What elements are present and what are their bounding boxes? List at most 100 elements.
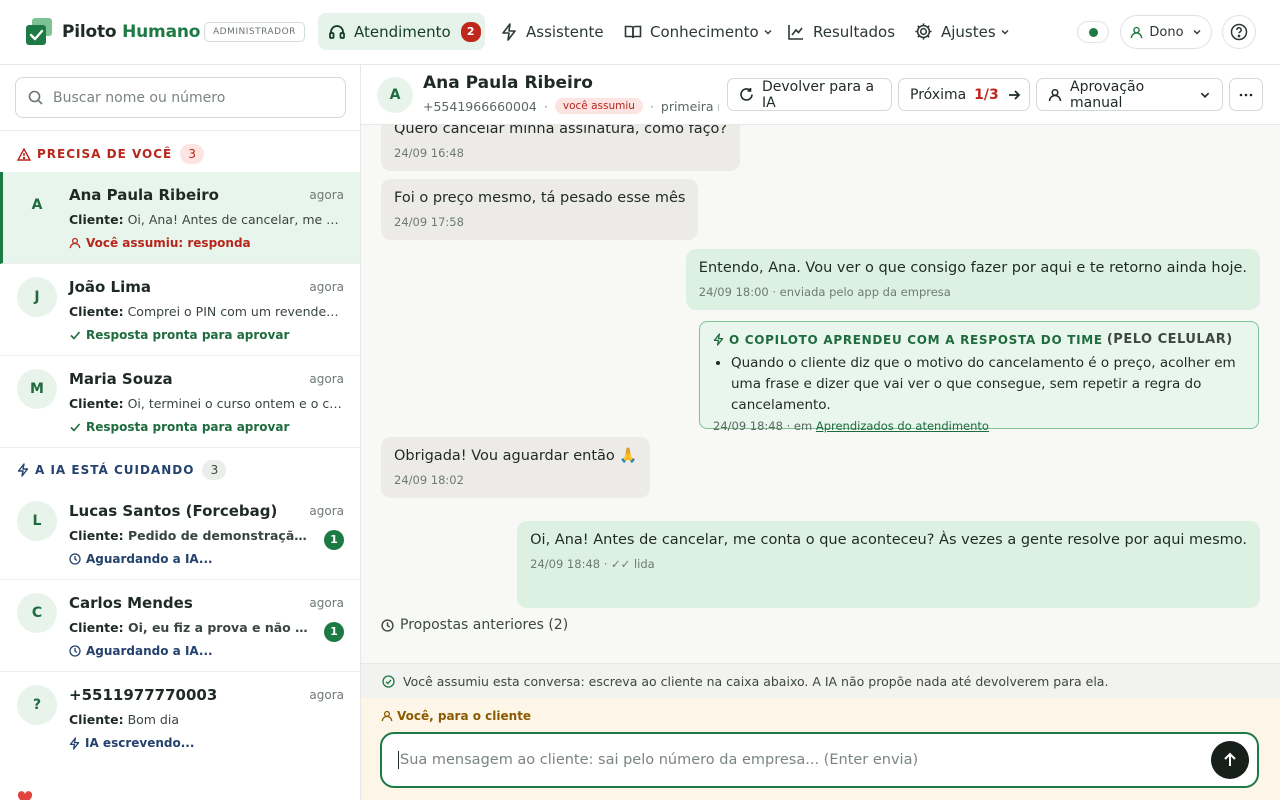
user-menu-button[interactable]: Dono bbox=[1120, 15, 1212, 49]
nav-atendimento-label: Atendimento bbox=[354, 22, 451, 41]
approval-mode-dropdown[interactable]: Aprovação manual bbox=[1036, 78, 1223, 111]
contact-name: +5511977770003 bbox=[69, 686, 218, 704]
timestamp: agora bbox=[309, 596, 344, 610]
conversation-item-maria[interactable]: M Maria Souza agora Cliente: Oi, termine… bbox=[0, 356, 360, 448]
avatar: ? bbox=[17, 685, 57, 725]
status-toggle[interactable] bbox=[1077, 21, 1109, 43]
chevron-down-icon bbox=[1192, 27, 1202, 37]
help-button[interactable] bbox=[1222, 15, 1256, 49]
return-to-ai-button[interactable]: Devolver para a IA bbox=[727, 78, 892, 111]
avatar: C bbox=[17, 593, 57, 633]
search-icon bbox=[28, 90, 43, 105]
message-text: Foi o preço mesmo, tá pesado esse mês bbox=[394, 190, 686, 206]
chat-header: A Ana Paula Ribeiro +5541966660004 · voc… bbox=[361, 65, 1280, 125]
send-button[interactable] bbox=[1211, 741, 1249, 779]
logo[interactable]: Piloto Humano bbox=[26, 18, 200, 46]
preview-prefix: Cliente: bbox=[69, 304, 124, 319]
return-to-ai-label: Devolver para a IA bbox=[762, 78, 875, 111]
conversation-item-joao[interactable]: J João Lima agora Cliente: Comprei o PIN… bbox=[0, 264, 360, 356]
conversation-item-ana[interactable]: A Ana Paula Ribeiro agora Cliente: Oi, A… bbox=[0, 172, 360, 264]
message-input[interactable]: Sua mensagem ao cliente: sai pelo número… bbox=[380, 732, 1259, 788]
avatar: A bbox=[31, 197, 43, 213]
more-options-button[interactable] bbox=[1229, 78, 1263, 111]
chevron-down-icon bbox=[1199, 89, 1211, 101]
nav-ajustes-label: Ajustes bbox=[941, 22, 996, 41]
contact-name: Carlos Mendes bbox=[69, 594, 193, 612]
clock-icon bbox=[69, 553, 81, 565]
chat-extra-info: primeira mensagem bbox=[660, 98, 719, 114]
separator-dot: · bbox=[543, 98, 548, 114]
conversation-item-lucas[interactable]: L Lucas Santos (Forcebag) agora Cliente:… bbox=[0, 488, 360, 580]
divider bbox=[0, 130, 360, 131]
message-text: Quero cancelar minha assinatura, como fa… bbox=[394, 125, 728, 137]
status-text: Resposta pronta para aprovar bbox=[86, 328, 290, 342]
message-meta: 24/09 18:00 · enviada pelo app da empres… bbox=[698, 285, 951, 299]
brand-name: Piloto Humano bbox=[62, 22, 200, 42]
more-horizontal-icon bbox=[1239, 93, 1253, 97]
status-text: Aguardando a IA... bbox=[86, 644, 213, 658]
chat-contact-name: Ana Paula Ribeiro bbox=[423, 73, 593, 93]
status-text: Resposta pronta para aprovar bbox=[86, 420, 290, 434]
previous-proposals-button[interactable]: Propostas anteriores (2) bbox=[381, 617, 568, 633]
message-preview: Cliente: Pedido de demonstração pelo sit… bbox=[69, 528, 313, 543]
composer-label: Você, para o cliente bbox=[381, 709, 531, 723]
search-input[interactable]: Buscar nome ou número bbox=[15, 77, 346, 118]
avatar: M bbox=[17, 369, 57, 409]
approval-mode-label: Aprovação manual bbox=[1070, 78, 1145, 111]
composer: Você, para o cliente Sua mensagem ao cli… bbox=[361, 698, 1280, 800]
nav-ajustes[interactable]: Ajustes bbox=[904, 13, 1020, 50]
conversation-item-carlos[interactable]: C Carlos Mendes agora Cliente: Oi, eu fi… bbox=[0, 580, 360, 672]
section-needs-you: PRECISA DE VOCÊ 3 bbox=[17, 144, 205, 164]
avatar: A bbox=[377, 77, 413, 113]
learning-title-text: O COPILOTO APRENDEU COM A RESPOSTA DO TI… bbox=[729, 332, 1103, 347]
message-preview: Cliente: Oi, eu fiz a prova e não consig… bbox=[69, 620, 313, 635]
preview-text: Oi, terminei o curso ontem e o certifica… bbox=[127, 396, 343, 411]
nav-conhecimento[interactable]: Conhecimento bbox=[614, 13, 783, 50]
text-caret bbox=[398, 751, 399, 769]
preview-prefix: Cliente: bbox=[69, 528, 124, 543]
message-text: Oi, Ana! Antes de cancelar, me conta o q… bbox=[530, 532, 1247, 548]
timestamp: agora bbox=[309, 280, 344, 294]
chat-phone: +5541966660004 bbox=[423, 98, 537, 114]
learnings-link[interactable]: Aprendizados do atendimento bbox=[816, 419, 989, 433]
check-circle-icon bbox=[382, 674, 395, 688]
nav-resultados-label: Resultados bbox=[813, 22, 896, 41]
message-thread[interactable]: Quero cancelar minha assinatura, como fa… bbox=[361, 125, 1280, 663]
message-outgoing: Oi, Ana! Antes de cancelar, me conta o q… bbox=[517, 521, 1260, 608]
clock-icon bbox=[69, 645, 81, 657]
notice-text: Você assumiu esta conversa: escreva ao c… bbox=[403, 673, 1109, 689]
avatar: J bbox=[17, 277, 57, 317]
takeover-notice: Você assumiu esta conversa: escreva ao c… bbox=[361, 663, 1280, 698]
conversation-item-unknown[interactable]: ? +5511977770003 agora Cliente: Bom dia … bbox=[0, 672, 360, 764]
next-counter: 1/3 bbox=[974, 86, 999, 103]
lightning-icon bbox=[713, 333, 724, 346]
message-preview: Cliente: Comprei o PIN com um revendedor… bbox=[69, 304, 343, 319]
brand-part1: Piloto bbox=[62, 22, 117, 42]
message-meta: 24/09 16:48 bbox=[394, 146, 464, 160]
arrow-up-icon bbox=[1222, 752, 1238, 768]
message-incoming: Quero cancelar minha assinatura, como fa… bbox=[381, 125, 741, 171]
section-needs-you-count: 3 bbox=[180, 144, 205, 164]
learning-title: O COPILOTO APRENDEU COM A RESPOSTA DO TI… bbox=[713, 332, 1245, 347]
preview-text: Comprei o PIN com um revendedor e não fu… bbox=[127, 304, 343, 319]
nav-resultados[interactable]: Resultados bbox=[777, 13, 905, 50]
check-icon bbox=[69, 329, 81, 341]
status-badge: você assumiu bbox=[554, 98, 643, 114]
separator-dot: · bbox=[649, 98, 654, 114]
status-line: Você assumiu: responda bbox=[69, 236, 251, 250]
copilot-learning-card: O COPILOTO APRENDEU COM A RESPOSTA DO TI… bbox=[699, 321, 1259, 433]
message-preview: Cliente: Oi, Ana! Antes de cancelar, me … bbox=[69, 212, 343, 227]
unread-badge: 1 bbox=[324, 530, 344, 550]
learning-item: Quando o cliente diz que o motivo do can… bbox=[731, 353, 1245, 416]
next-conversation-button[interactable]: Próxima 1/3 bbox=[898, 78, 1030, 111]
learning-meta: 24/09 18:48 · em Aprendizados do atendim… bbox=[713, 419, 1245, 433]
nav-atendimento[interactable]: Atendimento 2 bbox=[318, 13, 485, 50]
timestamp: agora bbox=[309, 188, 344, 202]
nav-conhecimento-label: Conhecimento bbox=[650, 22, 759, 41]
status-line: IA escrevendo... bbox=[69, 736, 194, 750]
message-incoming: Obrigada! Vou aguardar então 🙏 24/09 18:… bbox=[381, 437, 651, 498]
contact-name: Ana Paula Ribeiro bbox=[69, 186, 219, 204]
preview-prefix: Cliente: bbox=[69, 212, 124, 227]
nav-assistente[interactable]: Assistente bbox=[490, 13, 614, 50]
help-icon bbox=[1230, 23, 1248, 41]
